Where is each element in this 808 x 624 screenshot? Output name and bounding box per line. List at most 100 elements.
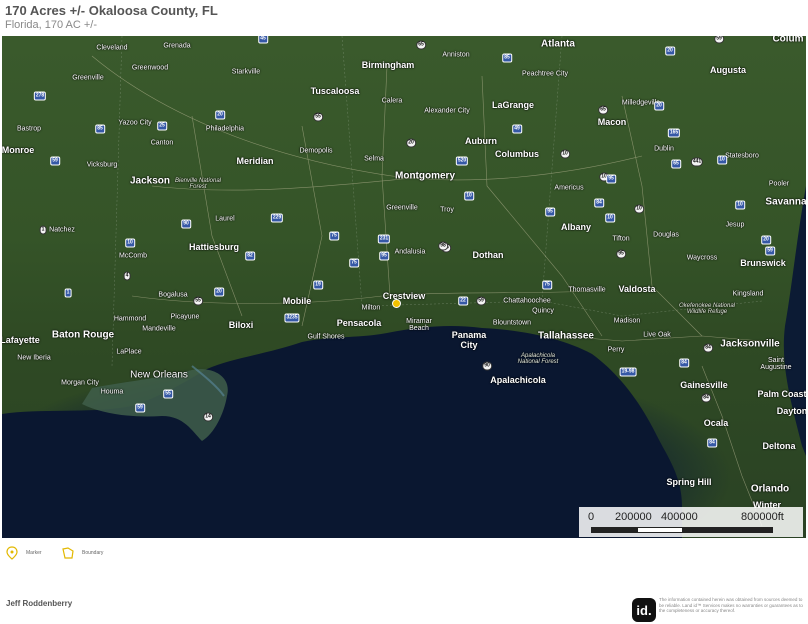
map-label: Brunswick xyxy=(740,258,786,268)
highway-shield: 75 xyxy=(329,231,339,241)
highway-shield: 90 xyxy=(181,219,191,229)
map-label: Auburn xyxy=(465,136,497,146)
map-label: Vicksburg xyxy=(86,161,118,169)
highway-shield: 1 xyxy=(64,288,72,298)
property-marker[interactable] xyxy=(392,299,401,308)
listing-subtitle: Florida, 170 AC +/- xyxy=(5,19,98,31)
map-label: Bogalusa xyxy=(158,291,188,299)
map-label: Dothan xyxy=(472,250,504,260)
highway-shield: 49 xyxy=(512,124,522,134)
map-label: Dublin xyxy=(654,145,674,153)
highway-shield: 95 xyxy=(606,174,616,184)
highway-shield: 95 xyxy=(379,251,389,261)
map-label: Jackson xyxy=(129,175,171,187)
highway-shield: 20 xyxy=(406,138,416,148)
map-label: Apalachicola xyxy=(490,375,546,385)
map-label: Americus xyxy=(554,184,584,192)
highway-shield: 3235 xyxy=(284,313,300,323)
legend-marker: Marker xyxy=(6,546,42,560)
map-label: Kingsland xyxy=(732,290,764,298)
map-label: Houma xyxy=(100,388,124,396)
highway-shield: 95 xyxy=(545,207,555,217)
map-label: Birmingham xyxy=(361,60,415,70)
map-label: Mandeville xyxy=(142,325,176,333)
highway-shield: 165 xyxy=(667,128,681,138)
map-label: Canton xyxy=(150,139,174,147)
map-label: Crestview xyxy=(382,291,426,301)
highway-shield: 59 xyxy=(765,246,775,256)
map-label: Atlanta xyxy=(541,38,575,50)
agent-name: Jeff Roddenberry xyxy=(6,599,73,608)
map-label: Statesboro xyxy=(725,152,759,160)
highway-shield: 19 xyxy=(313,280,323,290)
highway-shield: 65 xyxy=(598,105,608,115)
legend-boundary-label: Boundary xyxy=(82,550,104,556)
map-label: Chattahoochee xyxy=(503,297,551,305)
highway-shield: 90 xyxy=(482,361,492,371)
map-terrain xyxy=(2,36,806,538)
map-label: Andalusia xyxy=(394,248,426,256)
highway-shield: 84 xyxy=(701,393,711,403)
highway-shield: 65 xyxy=(416,40,426,50)
map-label: Selma xyxy=(364,155,384,163)
map-label: Augusta xyxy=(710,65,746,75)
highway-shield: 55 xyxy=(313,112,323,122)
map-label: Grenada xyxy=(163,42,191,50)
map-label: Colum xyxy=(772,36,804,45)
map-label: Apalachicola National Forest xyxy=(517,353,559,365)
highway-shield: 10 xyxy=(125,238,135,248)
map-label: Macon xyxy=(597,117,627,127)
highway-shield: 10 xyxy=(605,213,615,223)
map-label: Live Oak xyxy=(643,331,671,339)
map-label: Lafayette xyxy=(2,335,40,345)
map-label: Mobile xyxy=(282,296,312,306)
highway-shield: 85 xyxy=(95,124,105,134)
map-label: Blountstown xyxy=(492,319,532,327)
map-label: Okefenokee National Wildlife Refuge xyxy=(678,303,736,315)
scale-tick: 0 xyxy=(588,511,595,523)
map-label: Albany xyxy=(560,222,592,232)
map-label: Gainesville xyxy=(680,380,728,390)
highway-shield: 59 xyxy=(714,36,724,44)
map-label: New Orleans xyxy=(130,369,188,381)
legend-boundary: Boundary xyxy=(62,546,103,560)
highway-shield: 10 xyxy=(735,200,745,210)
highway-shield: 55 xyxy=(163,389,173,399)
map-label: Saint Augustine xyxy=(760,357,792,371)
highway-shield: 4 xyxy=(123,271,131,281)
scale-tick: 800000ft xyxy=(741,511,784,523)
map-label: Biloxi xyxy=(228,320,254,330)
satellite-map[interactable]: Cleveland Grenada Greenwood Starkville B… xyxy=(2,36,806,538)
map-label: Deltona xyxy=(762,441,796,451)
map-label: New Iberia xyxy=(17,354,51,362)
map-label: Pooler xyxy=(768,180,790,188)
scale-tick: 400000 xyxy=(661,511,698,523)
highway-shield: 19-98 xyxy=(619,367,637,377)
map-label: Ocala xyxy=(703,418,729,428)
disclaimer-text: The information contained herein was obt… xyxy=(659,597,803,613)
map-label: Madison xyxy=(613,317,641,325)
highway-shield: 14 xyxy=(203,412,213,422)
map-label: Baton Rouge xyxy=(51,329,115,341)
map-label: Pensacola xyxy=(336,318,382,328)
map-label: Yazoo City xyxy=(118,119,152,127)
highway-shield: 82 xyxy=(245,251,255,261)
map-label: Picayune xyxy=(170,313,200,321)
listing-title: 170 Acres +/- Okaloosa County, FL xyxy=(5,3,218,18)
map-label: Quincy xyxy=(532,307,554,315)
map-label: Meridian xyxy=(236,156,274,166)
scale-tick: 200000 xyxy=(615,511,652,523)
highway-shield: 1 xyxy=(39,225,47,235)
map-label: Panama City xyxy=(451,330,487,350)
map-label: Philadelphia xyxy=(205,125,245,133)
highway-shield: 22 xyxy=(458,296,468,306)
highway-shield: 10 xyxy=(634,204,644,214)
map-label: Columbus xyxy=(495,149,539,159)
map-label: Bastrop xyxy=(16,125,42,133)
highway-shield: 65 xyxy=(671,159,681,169)
highway-shield: 229 xyxy=(270,213,284,223)
map-label: Greenville xyxy=(386,204,418,212)
map-label: Troy xyxy=(440,206,454,214)
map-label: Savanna xyxy=(765,196,806,208)
highway-shield: 85 xyxy=(502,53,512,63)
